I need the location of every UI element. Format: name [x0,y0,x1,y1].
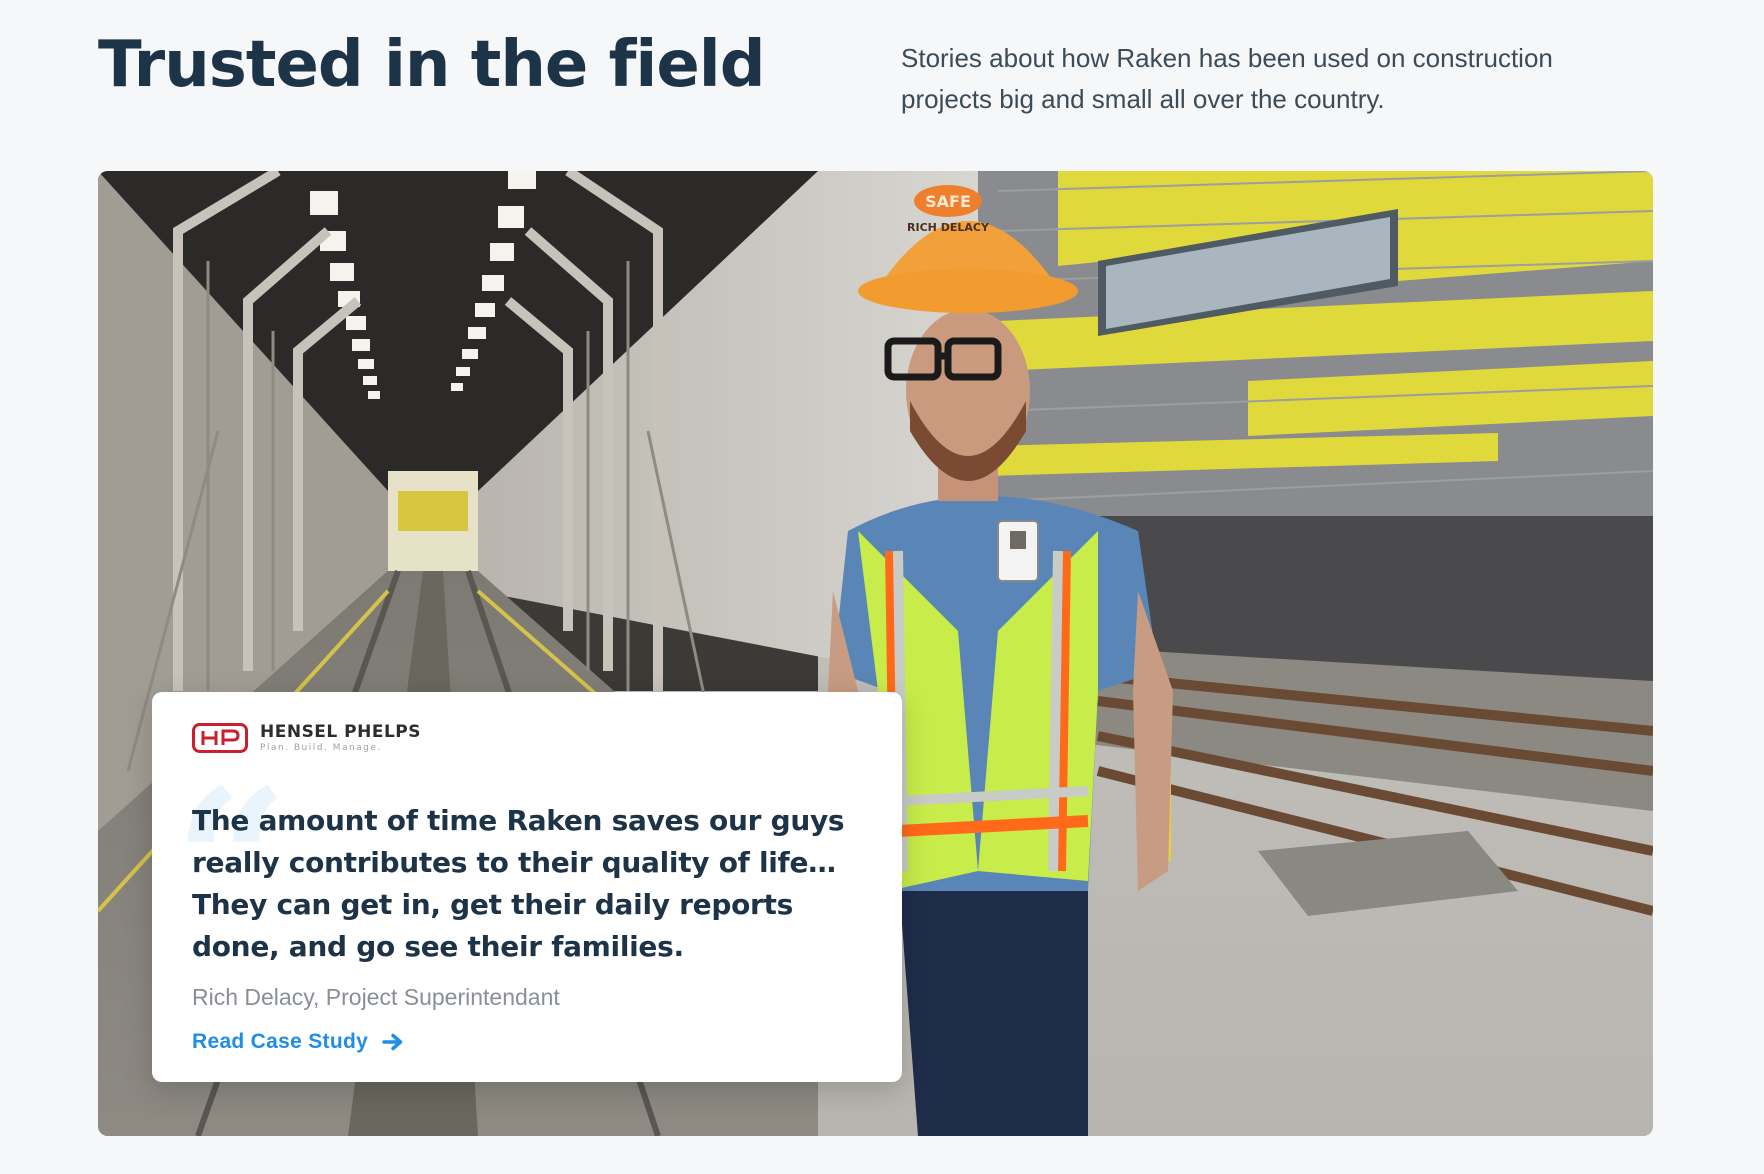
read-case-study-link[interactable]: Read Case Study [192,1030,404,1054]
hard-hat-badge: SAFE [925,192,971,211]
section-title: Trusted in the field [98,28,765,102]
testimonial-quote: The amount of time Raken saves our guys … [192,804,845,963]
read-case-study-label: Read Case Study [192,1030,369,1053]
testimonial-card: HENSEL PHELPS Plan. Build. Manage. “ The… [152,692,902,1082]
arrow-right-icon [382,1033,403,1051]
testimonial-attribution: Rich Delacy, Project Superintendant [192,984,560,1010]
section-subtitle: Stories about how Raken has been used on… [901,43,1553,114]
company-name: HENSEL PHELPS [260,722,422,742]
hard-hat-name: RICH DELACY [907,221,990,234]
